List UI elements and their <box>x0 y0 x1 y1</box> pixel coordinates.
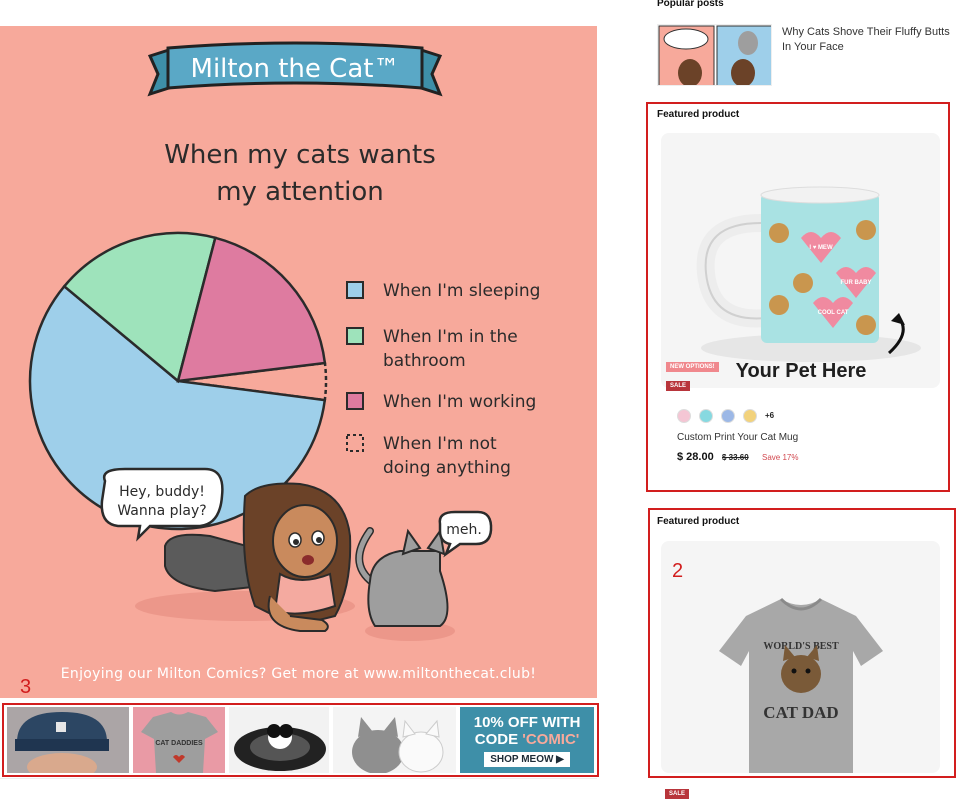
chart-title-line2: my attention <box>216 177 384 207</box>
sale-badge-2: SALE <box>665 789 690 799</box>
svg-text:COOL CAT: COOL CAT <box>818 310 849 316</box>
cat-bubble-text: meh. <box>446 522 482 538</box>
color-swatch-1[interactable] <box>677 409 691 423</box>
legend: When I'm sleeping When I'm in the bathro… <box>346 281 540 478</box>
annotation-label-2: 2 <box>672 560 684 582</box>
chart-title-line1: When my cats wants <box>164 140 436 170</box>
comic-panel: Milton the Cat™ When my cats wants my at… <box>0 26 597 698</box>
brand-banner: Milton the Cat™ <box>147 41 443 97</box>
legend-swatch-bathroom <box>346 327 364 345</box>
sale-badge-1: SALE <box>666 381 691 391</box>
speech-bubble-cat: meh. <box>438 510 493 558</box>
annotation-label-3: 3 <box>20 676 32 698</box>
featured-product-title-2: Featured product <box>657 516 740 527</box>
legend-label-nothing-1: When I'm not <box>383 434 497 454</box>
product-name-mug[interactable]: Custom Print Your Cat Mug <box>677 432 798 443</box>
product-price: $ 28.00 <box>677 451 714 463</box>
legend-label-bathroom-1: When I'm in the <box>383 327 518 347</box>
promo-tile-cat-bed[interactable] <box>228 707 330 773</box>
comic-footer-link[interactable]: Enjoying our Milton Comics? Get more at … <box>0 666 597 682</box>
girl-bubble-line1: Hey, buddy! <box>119 484 205 500</box>
svg-text:I ♥ MEW: I ♥ MEW <box>809 245 833 251</box>
product-save-badge: Save 17% <box>762 453 799 462</box>
offer-line2: CODE 'COMIC' <box>474 730 580 748</box>
promo-tile-beanie[interactable] <box>7 707 130 773</box>
featured-product-title-1: Featured product <box>657 109 740 120</box>
shirt-line2: CAT DAD <box>763 703 838 722</box>
popular-post-thumbnail[interactable] <box>657 24 772 86</box>
legend-swatch-nothing <box>346 434 364 452</box>
offer-line1: 10% OFF WITH <box>473 713 581 731</box>
legend-swatch-working <box>346 392 364 410</box>
new-options-badge: NEW OPTIONS! <box>666 362 719 372</box>
tshirt-image: WORLD'S BEST CAT DAD <box>661 541 940 773</box>
shop-meow-button[interactable]: SHOP MEOW ▶ <box>484 751 570 767</box>
more-swatches-count[interactable]: +6 <box>765 411 774 420</box>
legend-label-sleeping: When I'm sleeping <box>383 281 540 301</box>
product-card-shirt[interactable]: WORLD'S BEST CAT DAD <box>661 541 940 773</box>
legend-label-bathroom-2: bathroom <box>383 351 466 371</box>
cat-illustration <box>355 527 455 641</box>
color-swatch-4[interactable] <box>743 409 757 423</box>
color-swatch-2[interactable] <box>699 409 713 423</box>
color-swatch-3[interactable] <box>721 409 735 423</box>
popular-post-link[interactable]: Why Cats Shove Their Fluffy Butts In You… <box>782 25 952 55</box>
promo-strip: CAT DADDIES 10% OFF WITH CODE 'COMIC' SH… <box>2 703 599 777</box>
content-divider <box>0 778 597 808</box>
svg-text:FUR BABY: FUR BABY <box>841 280 872 286</box>
brand-text: Milton the Cat™ <box>191 54 400 84</box>
mug-image: I ♥ MEW FUR BABY COOL CAT Your Pet Here <box>661 133 940 388</box>
product-price-old: $ 33.60 <box>722 453 749 462</box>
promo-offer-banner[interactable]: 10% OFF WITH CODE 'COMIC' SHOP MEOW ▶ <box>460 707 595 773</box>
promo-tile-plush[interactable] <box>333 707 457 773</box>
shirt-line1: WORLD'S BEST <box>763 641 839 652</box>
svg-text:CAT DADDIES: CAT DADDIES <box>155 740 203 747</box>
popular-posts-title: Popular posts <box>657 0 724 9</box>
mug-overlay-text: Your Pet Here <box>736 360 867 382</box>
product-card-mug[interactable]: I ♥ MEW FUR BABY COOL CAT Your Pet Here <box>661 133 940 388</box>
page: Milton the Cat™ When my cats wants my at… <box>0 0 977 808</box>
legend-label-working: When I'm working <box>383 392 536 412</box>
promo-tile-shirt[interactable]: CAT DADDIES <box>133 707 225 773</box>
girl-bubble-line2: Wanna play? <box>117 503 206 519</box>
offer-code: 'COMIC' <box>522 730 580 748</box>
legend-label-nothing-2: doing anything <box>383 458 511 478</box>
legend-swatch-sleeping <box>346 281 364 299</box>
comic-illustration: Milton the Cat™ When my cats wants my at… <box>28 41 540 641</box>
